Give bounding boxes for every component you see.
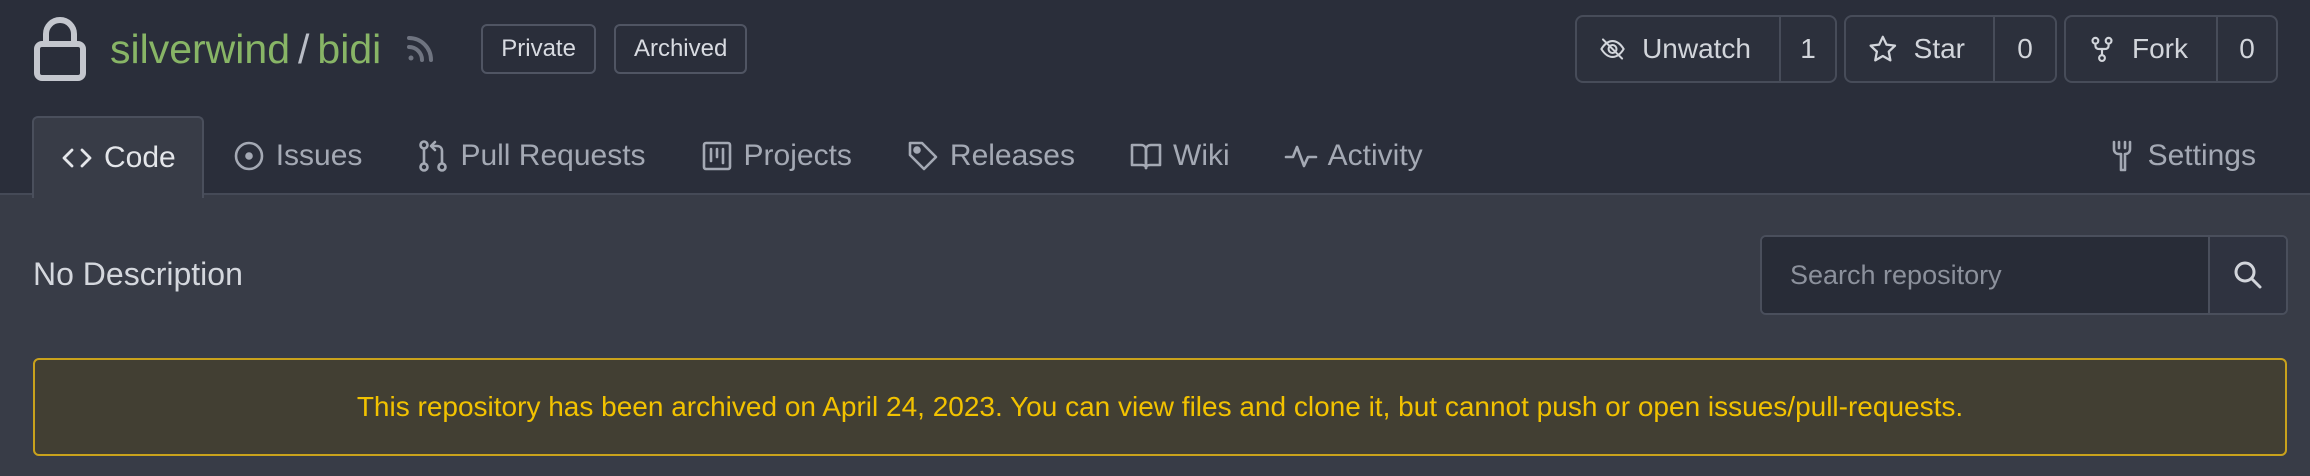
tab-pull-requests-label: Pull Requests: [460, 139, 646, 172]
tab-issues-label: Issues: [275, 139, 363, 172]
book-icon: [1130, 143, 1162, 170]
repo-search: [1760, 235, 2288, 315]
fork-count[interactable]: 0: [2218, 17, 2276, 81]
repo-owner-link[interactable]: silverwind: [110, 28, 290, 70]
tab-settings-label: Settings: [2147, 139, 2256, 172]
tab-activity-label: Activity: [1327, 139, 1423, 172]
pull-request-icon: [419, 140, 448, 172]
tab-activity[interactable]: Activity: [1258, 116, 1449, 196]
tab-wiki-label: Wiki: [1173, 139, 1230, 172]
fork-icon: [2091, 36, 2113, 63]
tab-wiki[interactable]: Wiki: [1103, 116, 1256, 196]
tools-icon: [2112, 140, 2131, 172]
tab-releases-label: Releases: [949, 139, 1075, 172]
issue-icon: [234, 141, 264, 171]
pulse-icon: [1284, 145, 1317, 168]
lock-icon: [34, 17, 86, 81]
archived-badge: Archived: [613, 24, 748, 74]
rss-icon[interactable]: [403, 32, 437, 66]
archived-notice-text: This repository has been archived on Apr…: [356, 391, 1964, 422]
search-button[interactable]: [2208, 237, 2286, 313]
fork-button[interactable]: Fork: [2066, 17, 2218, 81]
repo-name-link[interactable]: bidi: [317, 28, 381, 70]
star-group: Star 0: [1844, 15, 2057, 83]
tab-projects[interactable]: Projects: [674, 116, 878, 196]
unwatch-button[interactable]: Unwatch: [1577, 17, 1781, 81]
repo-tabs: Code Issues Pull Requests Projects Relea…: [32, 116, 1451, 198]
code-icon: [62, 148, 92, 168]
tab-issues[interactable]: Issues: [206, 116, 389, 196]
tab-pull-requests[interactable]: Pull Requests: [390, 116, 671, 196]
tab-releases[interactable]: Releases: [880, 116, 1101, 196]
repo-description: No Description: [33, 256, 243, 292]
unwatch-label: Unwatch: [1642, 33, 1751, 64]
repo-title-row: silverwind / bidi Private Archived: [32, 14, 765, 84]
watch-group: Unwatch 1: [1575, 15, 1837, 83]
star-button[interactable]: Star: [1846, 17, 1995, 81]
tab-code[interactable]: Code: [32, 116, 204, 198]
tab-code-label: Code: [104, 141, 176, 174]
star-icon: [1869, 35, 1897, 62]
tag-icon: [908, 141, 938, 171]
star-count[interactable]: 0: [1995, 17, 2055, 81]
repo-separator: /: [298, 25, 310, 72]
star-label: Star: [1913, 33, 1965, 64]
search-input[interactable]: [1762, 237, 2208, 313]
watch-count[interactable]: 1: [1781, 17, 1835, 81]
archived-notice: This repository has been archived on Apr…: [33, 358, 2287, 456]
fork-group: Fork 0: [2064, 15, 2278, 83]
fork-label: Fork: [2132, 33, 2188, 64]
tab-settings[interactable]: Settings: [2082, 116, 2278, 196]
tab-projects-label: Projects: [743, 139, 852, 172]
search-icon: [2234, 261, 2262, 289]
private-badge: Private: [481, 24, 596, 74]
eye-slash-icon: [1600, 38, 1625, 60]
project-icon: [702, 141, 731, 171]
